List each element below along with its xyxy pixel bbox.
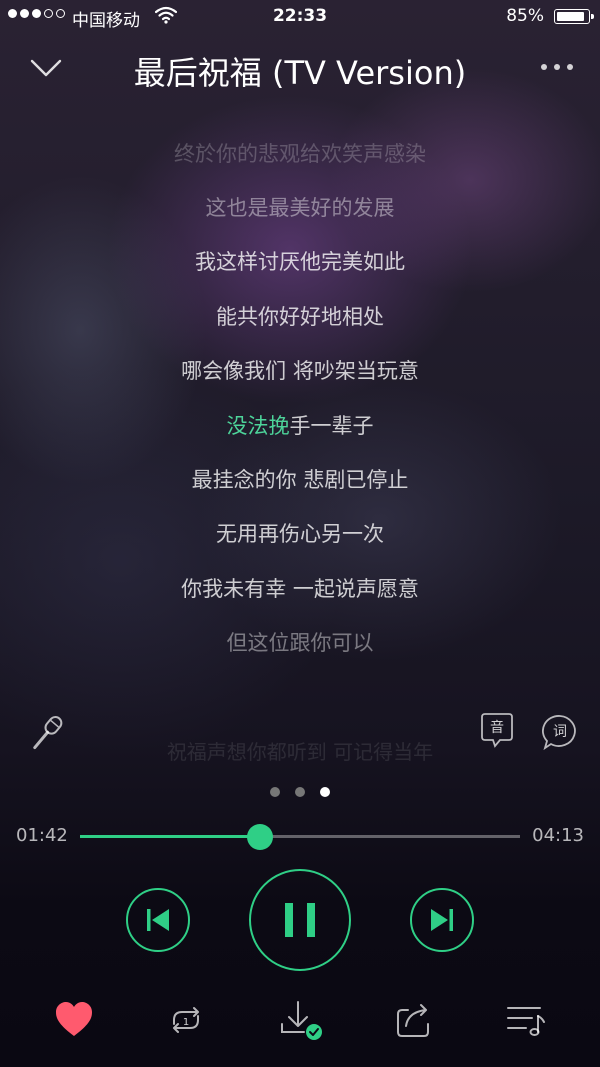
next-button[interactable] [410, 888, 474, 952]
share-icon [397, 1004, 429, 1037]
lyric-progress-highlight: 没法挽 [226, 414, 290, 438]
battery-percentage: 85% [506, 6, 544, 26]
sound-bubble-icon: 音 [481, 713, 513, 748]
progress-thumb[interactable] [247, 824, 274, 850]
previous-track-icon [147, 909, 169, 931]
lyrics-bubble-label: 词 [553, 724, 567, 740]
lyric-remaining: 手一辈子 [289, 414, 374, 438]
favorite-button[interactable] [52, 998, 96, 1042]
page-indicator [0, 787, 600, 797]
more-button[interactable] [538, 52, 578, 82]
progress-fill [80, 835, 261, 838]
lyrics-button[interactable]: 词 [542, 714, 578, 751]
repeat-one-icon: 1 [173, 1007, 199, 1033]
share-button[interactable] [392, 998, 436, 1042]
pause-button[interactable] [249, 869, 351, 971]
player-screen: 中国移动 22:33 85% 最后祝福 (TV Version) 终於你的悲观给… [0, 0, 600, 1067]
pause-icon [285, 903, 315, 937]
sound-effect-button[interactable]: 音 [480, 712, 514, 750]
karaoke-button[interactable] [26, 712, 68, 754]
lyric-line: 无用再伤心另一次 [216, 522, 384, 546]
current-lyric-line: 没法挽手一辈子 [0, 410, 600, 440]
lyric-line: 能共你好好地相处 [216, 305, 384, 329]
song-title: 最后祝福 (TV Version) [133, 54, 467, 92]
download-done-icon [281, 1001, 322, 1040]
page-dot[interactable] [320, 787, 330, 797]
playlist-icon [507, 1007, 545, 1036]
lyrics-bubble-icon: 词 [542, 715, 576, 751]
microphone-icon [33, 716, 63, 750]
lyric-line: 终於你的悲观给欢笑声感染 [174, 142, 426, 166]
page-dot[interactable] [295, 787, 305, 797]
lyric-line: 最挂念的你 悲剧已停止 [191, 468, 409, 492]
lyric-line: 哪会像我们 将吵架当玩意 [181, 359, 419, 383]
lyric-line: 我这样讨厌他完美如此 [195, 250, 405, 274]
lyric-line: 这也是最美好的发展 [205, 196, 395, 220]
elapsed-time: 01:42 [16, 825, 68, 846]
heart-icon [56, 1002, 92, 1036]
download-button[interactable] [278, 998, 322, 1042]
previous-button[interactable] [126, 888, 190, 952]
player-header: 最后祝福 (TV Version) [0, 40, 600, 96]
status-bar: 中国移动 22:33 85% [0, 0, 600, 34]
lyrics-panel[interactable]: 终於你的悲观给欢笑声感染 这也是最美好的发展 我这样讨厌他完美如此 能共你好好地… [0, 130, 600, 690]
progress-bar[interactable] [80, 824, 520, 850]
sound-bubble-label: 音 [490, 719, 504, 736]
battery-icon [554, 9, 594, 24]
chevron-down-icon [30, 59, 62, 77]
lyric-line: 但这位跟你可以 [226, 631, 374, 655]
playlist-button[interactable] [504, 998, 548, 1042]
next-track-icon [431, 909, 453, 931]
page-dot[interactable] [270, 787, 280, 797]
more-dots-icon [541, 64, 573, 70]
collapse-button[interactable] [26, 50, 66, 86]
total-time: 04:13 [532, 825, 584, 846]
svg-text:1: 1 [183, 1017, 189, 1028]
repeat-mode-button[interactable]: 1 [164, 998, 208, 1042]
lyric-line: 你我未有幸 一起说声愿意 [181, 577, 419, 601]
